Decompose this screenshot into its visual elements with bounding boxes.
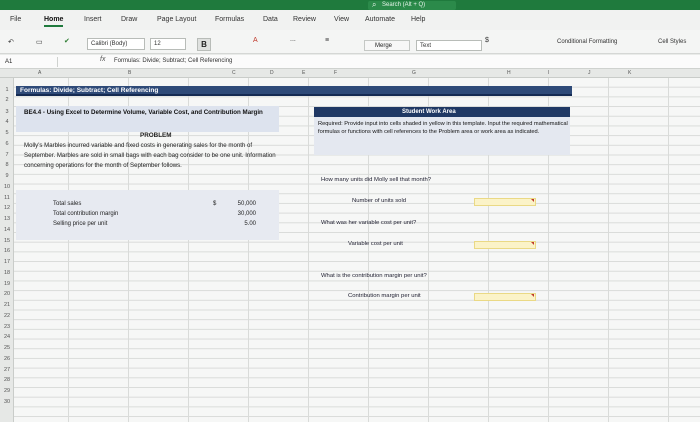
conditional-formatting-button[interactable]: Conditional Formatting xyxy=(557,39,617,45)
tab-formulas[interactable]: Formulas xyxy=(215,16,244,23)
undo-icon[interactable]: ↶ xyxy=(8,38,14,46)
row-header[interactable]: 19 xyxy=(1,281,13,287)
column-header[interactable]: A xyxy=(38,69,41,78)
tab-home[interactable]: Home xyxy=(44,16,64,27)
merge-button[interactable]: Merge xyxy=(364,40,410,51)
row-header[interactable]: 9 xyxy=(1,173,13,179)
question-text: What is the contribution margin per unit… xyxy=(321,273,427,279)
data-label: Total contribution margin xyxy=(53,211,119,217)
student-work-header: Student Work Area xyxy=(314,107,570,117)
formula-bar: A1 fx Formulas: Divide; Subtract; Cell R… xyxy=(0,55,700,69)
row-header[interactable]: 24 xyxy=(1,334,13,340)
more-options-button[interactable]: ... xyxy=(290,36,296,43)
row-header[interactable]: 22 xyxy=(1,313,13,319)
column-header[interactable]: C xyxy=(232,69,236,78)
data-label: Selling price per unit xyxy=(53,221,108,227)
tab-help[interactable]: Help xyxy=(411,16,425,23)
row-header[interactable]: 3 xyxy=(1,109,13,115)
row-header[interactable]: 18 xyxy=(1,270,13,276)
tab-draw[interactable]: Draw xyxy=(121,16,137,23)
row-header[interactable]: 17 xyxy=(1,259,13,265)
row-header[interactable]: 23 xyxy=(1,324,13,330)
requirements-box: Required: Provide input into cells shade… xyxy=(314,117,570,155)
student-work-title: Student Work Area xyxy=(402,109,456,115)
column-header[interactable]: E xyxy=(302,69,305,78)
tab-insert[interactable]: Insert xyxy=(84,16,102,23)
row-header[interactable]: 28 xyxy=(1,377,13,383)
tab-view[interactable]: View xyxy=(334,16,349,23)
input-label: Number of units sold xyxy=(352,198,407,204)
row-header[interactable]: 29 xyxy=(1,388,13,394)
fx-icon[interactable]: fx xyxy=(100,56,105,63)
data-label: Total sales xyxy=(53,201,82,207)
column-header[interactable]: I xyxy=(548,69,549,78)
row-header[interactable]: 6 xyxy=(1,141,13,147)
format-painter-icon[interactable]: ✔ xyxy=(64,37,70,45)
data-value[interactable]: 5.00 xyxy=(228,221,256,227)
row-header[interactable]: 2 xyxy=(1,97,13,103)
column-header[interactable]: F xyxy=(334,69,337,78)
row-header[interactable]: 26 xyxy=(1,356,13,362)
row-header[interactable]: 15 xyxy=(1,238,13,244)
row-header[interactable]: 12 xyxy=(1,205,13,211)
problem-heading: PROBLEM xyxy=(140,132,172,139)
answer-input-units[interactable] xyxy=(474,198,536,206)
row-header[interactable]: 20 xyxy=(1,291,13,297)
row-header[interactable]: 10 xyxy=(1,184,13,190)
sheet-title-band[interactable]: Formulas: Divide; Subtract; Cell Referen… xyxy=(16,86,572,96)
search-box[interactable]: Search (Alt + Q) xyxy=(368,0,456,10)
question-text: How many units did Molly sell that month… xyxy=(321,177,432,183)
number-format-select[interactable]: Text xyxy=(416,40,482,51)
align-icon[interactable]: ≡ xyxy=(325,37,329,44)
name-box[interactable]: A1 xyxy=(2,57,58,67)
row-header[interactable]: 27 xyxy=(1,367,13,373)
data-value[interactable]: 50,000 xyxy=(228,201,256,207)
row-header[interactable]: 25 xyxy=(1,345,13,351)
tab-review[interactable]: Review xyxy=(293,16,316,23)
row-header[interactable]: 30 xyxy=(1,399,13,405)
row-header[interactable]: 7 xyxy=(1,152,13,158)
row-header[interactable]: 5 xyxy=(1,130,13,136)
currency-button[interactable]: $ xyxy=(485,37,489,44)
row-header[interactable]: 14 xyxy=(1,227,13,233)
bold-button[interactable]: B xyxy=(197,38,211,51)
tab-automate[interactable]: Automate xyxy=(365,16,395,23)
answer-input-contribution-margin[interactable] xyxy=(474,293,536,301)
font-color-icon[interactable]: A xyxy=(253,37,258,44)
column-header[interactable]: G xyxy=(412,69,416,78)
column-header[interactable]: H xyxy=(507,69,511,78)
column-header[interactable]: J xyxy=(588,69,591,78)
font-size-select[interactable]: 12 xyxy=(150,38,186,50)
column-header[interactable]: K xyxy=(628,69,631,78)
tab-data[interactable]: Data xyxy=(263,16,278,23)
column-headers: A B C D E F G H I J K xyxy=(0,69,700,78)
currency-symbol: $ xyxy=(213,201,217,207)
column-header[interactable]: D xyxy=(270,69,274,78)
row-header[interactable]: 1 xyxy=(1,87,13,93)
row-header[interactable]: 4 xyxy=(1,119,13,125)
requirements-text: Required: Provide input into cells shade… xyxy=(318,121,568,136)
input-label: Contribution margin per unit xyxy=(348,293,421,299)
row-header[interactable]: 11 xyxy=(1,195,13,201)
row-header[interactable]: 13 xyxy=(1,216,13,222)
cell-styles-button[interactable]: Cell Styles xyxy=(658,39,686,45)
input-label: Variable cost per unit xyxy=(348,241,403,247)
paste-icon[interactable]: ▭ xyxy=(36,38,43,46)
question-text: What was her variable cost per unit? xyxy=(321,220,417,226)
formula-input[interactable]: Formulas: Divide; Subtract; Cell Referen… xyxy=(114,58,232,64)
tab-page-layout[interactable]: Page Layout xyxy=(157,16,196,23)
section-title: BE4.4 - Using Excel to Determine Volume,… xyxy=(24,109,263,116)
font-name-select[interactable]: Calibri (Body) xyxy=(87,38,145,50)
row-header[interactable]: 21 xyxy=(1,302,13,308)
sheet-title: Formulas: Divide; Subtract; Cell Referen… xyxy=(20,87,159,94)
row-headers: 1 2 3 4 5 6 7 8 9 10 11 12 13 14 15 16 1… xyxy=(0,78,14,422)
tab-file[interactable]: File xyxy=(10,16,21,23)
answer-input-variable-cost[interactable] xyxy=(474,241,536,249)
title-bar xyxy=(0,0,700,10)
problem-text: Molly's Marbles incurred variable and fi… xyxy=(24,142,276,169)
row-header[interactable]: 16 xyxy=(1,248,13,254)
column-header[interactable]: B xyxy=(128,69,131,78)
row-header[interactable]: 8 xyxy=(1,162,13,168)
data-value[interactable]: 30,000 xyxy=(228,211,256,217)
